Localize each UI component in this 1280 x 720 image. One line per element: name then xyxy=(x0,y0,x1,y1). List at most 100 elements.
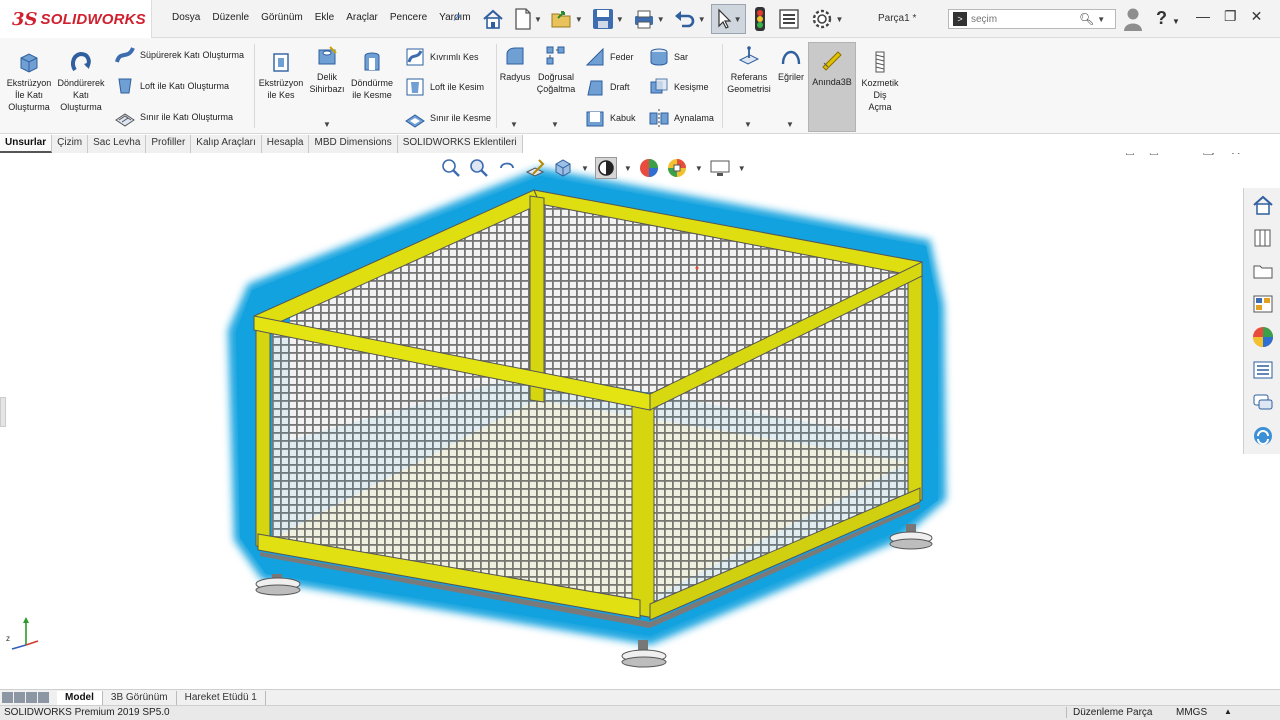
unit-system[interactable]: MMGS xyxy=(1176,707,1207,718)
feature-manager-toggle[interactable] xyxy=(0,397,6,427)
linear-pattern-button[interactable]: Doğrusal Çoğaltma xyxy=(534,44,578,95)
zoom-to-fit-icon[interactable] xyxy=(440,157,462,179)
chevron-down-icon[interactable]: ▼ xyxy=(698,15,706,24)
menu-insert[interactable]: Ekle xyxy=(309,12,340,23)
appearances-icon[interactable] xyxy=(1244,320,1280,353)
menu-file[interactable]: Dosya xyxy=(166,12,206,23)
reference-geometry-button[interactable]: Referans Geometrisi xyxy=(724,44,774,95)
graphics-area[interactable]: ▼ ▼ ▼ ▼ □ □ — ❐ ✕ xyxy=(0,153,1280,689)
tab-sketch[interactable]: Çizim xyxy=(52,135,89,153)
chevron-down-icon[interactable]: ▼ xyxy=(695,164,703,173)
file-explorer-icon[interactable] xyxy=(1244,254,1280,287)
split-right-icon[interactable]: □ xyxy=(1150,153,1158,159)
minimize-icon[interactable]: — xyxy=(1174,153,1187,159)
apply-scene-icon[interactable] xyxy=(666,157,688,179)
view-orientation-icon[interactable] xyxy=(552,157,574,179)
revolve-cut-button[interactable]: Döndürme ile Kesme xyxy=(348,50,396,101)
tab-evaluate[interactable]: Hesapla xyxy=(262,135,310,153)
chevron-down-icon[interactable]: ▼ xyxy=(534,15,542,24)
home-button[interactable] xyxy=(478,4,508,34)
chevron-down-icon[interactable]: ▼ xyxy=(323,120,331,129)
file-properties-button[interactable] xyxy=(774,4,804,34)
menu-edit[interactable]: Düzenle xyxy=(206,12,255,23)
intersect-button[interactable]: Kesişme xyxy=(648,76,709,98)
tab-model[interactable]: Model xyxy=(57,690,103,705)
chevron-down-icon[interactable]: ▼ xyxy=(616,15,624,24)
open-button[interactable]: ▼ xyxy=(547,4,586,34)
extrude-boss-button[interactable]: Ekstrüzyon İle Katı Oluşturma xyxy=(6,50,52,113)
new-document-button[interactable]: ▼ xyxy=(510,4,545,34)
tab-sheet-metal[interactable]: Sac Levha xyxy=(88,135,147,153)
chevron-down-icon[interactable]: ▼ xyxy=(734,15,742,24)
search-icon[interactable]: 🔍︎ xyxy=(1079,12,1094,26)
search-box[interactable]: > 🔍︎ ▼ xyxy=(948,9,1116,29)
mirror-button[interactable]: Aynalama xyxy=(648,107,714,129)
menu-tools[interactable]: Araçlar xyxy=(340,12,384,23)
command-search-icon[interactable]: > xyxy=(953,12,967,26)
tab-weldments[interactable]: Profiller xyxy=(146,135,192,153)
custom-properties-icon[interactable] xyxy=(1244,353,1280,386)
menu-window[interactable]: Pencere xyxy=(384,12,433,23)
extrude-cut-button[interactable]: Ekstrüzyon ile Kes xyxy=(258,50,304,101)
chevron-down-icon[interactable]: ▼ xyxy=(836,15,844,24)
tab-motion-study[interactable]: Hareket Etüdü 1 xyxy=(177,690,266,705)
user-account-icon[interactable] xyxy=(1122,6,1144,35)
rib-button[interactable]: Feder xyxy=(584,46,634,68)
loft-boss-button[interactable]: Loft ile Katı Oluşturma xyxy=(114,75,229,97)
boundary-cut-button[interactable]: Sınır ile Kesme xyxy=(404,107,491,129)
pin-menu-icon[interactable]: ↗ xyxy=(452,11,461,24)
chevron-up-icon[interactable]: ▲ xyxy=(1224,707,1232,716)
solidworks-resources-icon[interactable] xyxy=(1244,188,1280,221)
draft-button[interactable]: Draft xyxy=(584,76,630,98)
view-palette-icon[interactable] xyxy=(1244,287,1280,320)
loft-cut-button[interactable]: Loft ile Kesim xyxy=(404,76,484,98)
chevron-down-icon[interactable]: ▼ xyxy=(551,120,559,129)
first-tab-icon[interactable] xyxy=(2,692,13,703)
chevron-down-icon[interactable]: ▼ xyxy=(575,15,583,24)
next-tab-icon[interactable] xyxy=(26,692,37,703)
options-button[interactable]: ▼ xyxy=(806,4,847,34)
search-input[interactable] xyxy=(971,13,1079,25)
instant3d-button[interactable]: Anında3B xyxy=(808,42,856,132)
model-scene[interactable] xyxy=(0,153,1280,689)
forum-icon[interactable] xyxy=(1244,386,1280,419)
select-button[interactable]: ▼ xyxy=(710,4,746,34)
tab-mold-tools[interactable]: Kalıp Araçları xyxy=(191,135,262,153)
print-button[interactable]: ▼ xyxy=(629,4,668,34)
design-library-icon[interactable] xyxy=(1244,221,1280,254)
shell-button[interactable]: Kabuk xyxy=(584,107,636,129)
restore-icon[interactable]: ❐ xyxy=(1203,153,1215,159)
revolve-boss-button[interactable]: Döndürerek Katı Oluşturma xyxy=(56,50,106,113)
boundary-boss-button[interactable]: Sınır ile Katı Oluşturma xyxy=(114,106,233,128)
curves-button[interactable]: Eğriler xyxy=(774,44,808,83)
tab-mbd-dimensions[interactable]: MBD Dimensions xyxy=(309,135,398,153)
chevron-down-icon[interactable]: ▼ xyxy=(786,120,794,129)
previous-tab-icon[interactable] xyxy=(14,692,25,703)
chevron-down-icon[interactable]: ▼ xyxy=(738,164,746,173)
tab-solidworks-addins[interactable]: SOLIDWORKS Eklentileri xyxy=(398,135,523,153)
sweep-boss-button[interactable]: Süpürerek Katı Oluşturma xyxy=(114,44,244,66)
close-icon[interactable]: ✕ xyxy=(1251,8,1263,25)
fillet-button[interactable]: Radyus xyxy=(498,44,532,83)
tab-features[interactable]: Unsurlar xyxy=(0,135,53,153)
update-icon[interactable] xyxy=(1244,419,1280,452)
undo-button[interactable]: ▼ xyxy=(670,4,709,34)
edit-appearance-icon[interactable] xyxy=(638,157,660,179)
chevron-down-icon[interactable]: ▼ xyxy=(581,164,589,173)
chevron-down-icon[interactable]: ▼ xyxy=(510,120,518,129)
section-view-icon[interactable] xyxy=(524,157,546,179)
chevron-down-icon[interactable]: ▼ xyxy=(744,120,752,129)
previous-view-icon[interactable] xyxy=(496,157,518,179)
chevron-down-icon[interactable]: ▼ xyxy=(1097,15,1105,24)
chevron-down-icon[interactable]: ▼ xyxy=(624,164,632,173)
close-icon[interactable]: ✕ xyxy=(1230,153,1241,159)
rebuild-button[interactable] xyxy=(748,4,772,34)
help-icon[interactable]: ? ▼ xyxy=(1156,8,1180,29)
menu-view[interactable]: Görünüm xyxy=(255,12,309,23)
chevron-down-icon[interactable]: ▼ xyxy=(657,15,665,24)
view-settings-icon[interactable] xyxy=(709,157,731,179)
solidworks-logo[interactable]: 3S SOLIDWORKS xyxy=(0,0,152,38)
zoom-to-area-icon[interactable] xyxy=(468,157,490,179)
split-left-icon[interactable]: □ xyxy=(1126,153,1134,159)
wrap-button[interactable]: Sar xyxy=(648,46,688,68)
